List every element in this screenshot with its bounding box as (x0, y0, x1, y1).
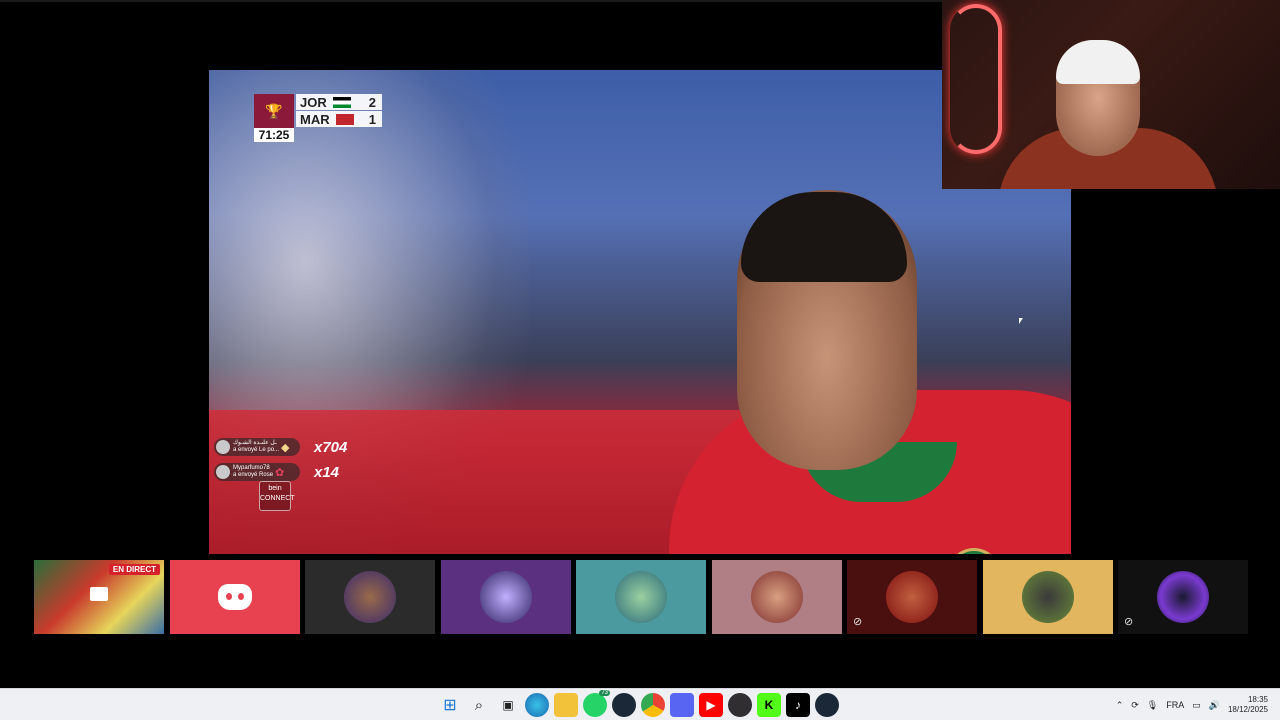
chrome-icon[interactable] (641, 693, 665, 717)
trophy-icon: 🏆 (254, 94, 294, 128)
webcam-overlay (942, 0, 1280, 189)
file-explorer-icon[interactable] (554, 693, 578, 717)
gift-notification: ـل علىـدة الشـوك a envoyé Le po... ◆ x704 (214, 438, 347, 456)
bein-logo: bein (268, 485, 282, 492)
avatar (1021, 571, 1074, 623)
participants-strip: EN DIRECT ⊘ ⊘ (34, 560, 1254, 634)
tiktok-icon[interactable]: ♪ (786, 693, 810, 717)
participant-tile[interactable] (576, 560, 706, 634)
team-name: MAR (300, 111, 330, 127)
system-tray: ⌃ ⟳ 🎙 FRA ▭ 🔊 18:35 18/12/2025 (1116, 695, 1268, 715)
participant-tile[interactable] (711, 560, 842, 634)
kick-icon[interactable]: K (757, 693, 781, 717)
avatar (1157, 571, 1209, 623)
streamer-cap (1056, 40, 1140, 84)
taskbar: ⊞ ⌕ ▣ 73 ▶ K ♪ ⌃ ⟳ 🎙 FRA ▭ 🔊 18:35 18/12… (0, 688, 1280, 720)
edge-icon[interactable] (525, 693, 549, 717)
participant-discord[interactable] (169, 560, 300, 634)
gift-count: x14 (314, 463, 340, 481)
avatar (750, 571, 803, 623)
team-score: 2 (368, 94, 376, 110)
participant-tile[interactable] (305, 560, 435, 634)
clock-date: 18/12/2025 (1227, 705, 1268, 714)
task-view-icon[interactable]: ▣ (496, 693, 520, 717)
search-icon[interactable]: ⌕ (467, 693, 491, 717)
gift-desc: a envoyé Rose (233, 472, 274, 478)
participant-tile[interactable]: ⊘ (847, 560, 977, 634)
steam-icon[interactable] (612, 693, 636, 717)
sync-icon[interactable]: ⟳ (1131, 700, 1139, 711)
stream-canvas: 🏆 JOR 2 MAR 1 71:25 ـل علىـدة الشـوك a en… (0, 0, 1280, 688)
participant-tile[interactable]: ⊘ (1118, 560, 1248, 634)
diamond-icon: ◆ (281, 441, 290, 454)
mic-muted-icon: ⊘ (853, 616, 863, 628)
flag-icon (335, 113, 354, 125)
team-row-1: JOR 2 (296, 94, 382, 110)
bein-sub: CONNECT (260, 495, 295, 502)
bein-watermark: bein CONNECT (259, 481, 295, 511)
team-score: 1 (368, 111, 376, 127)
whatsapp-icon[interactable]: 73 (583, 690, 610, 717)
gift-user: Myparfumo78 (233, 465, 270, 471)
discord-icon[interactable] (670, 693, 694, 717)
clock[interactable]: 18:35 18/12/2025 (1228, 695, 1268, 715)
player-hair (741, 192, 907, 282)
notification-badge: 73 (599, 690, 610, 696)
gift-desc: a envoyé Le po... (233, 447, 280, 453)
mic-muted-icon: ⊘ (1124, 616, 1134, 628)
gift-notification: Myparfumo78 a envoyé Rose ✿ x14 (214, 463, 339, 481)
windows-start-icon[interactable]: ⊞ (438, 693, 462, 717)
live-badge: EN DIRECT (108, 564, 160, 575)
avatar (344, 571, 396, 623)
gift-count: x704 (314, 438, 348, 456)
microphone-icon[interactable]: 🎙 (1147, 700, 1158, 711)
youtube-icon[interactable]: ▶ (699, 693, 723, 717)
volume-icon[interactable]: 🔊 (1209, 700, 1220, 711)
obs-icon[interactable] (728, 693, 752, 717)
avatar (216, 440, 230, 454)
flag-icon (332, 96, 351, 108)
scoreboard: 🏆 JOR 2 MAR 1 71:25 (254, 94, 382, 142)
avatar (886, 571, 938, 623)
avatar (216, 465, 230, 479)
chevron-up-icon[interactable]: ⌃ (1116, 700, 1124, 711)
avatar (479, 571, 532, 623)
steam-icon[interactable] (815, 693, 839, 717)
clock-time: 18:35 (1247, 695, 1268, 704)
mouse-cursor (1019, 318, 1023, 324)
team-row-2: MAR 1 (296, 111, 382, 127)
participant-screenshare[interactable]: EN DIRECT (34, 560, 164, 634)
rose-icon: ✿ (275, 466, 285, 479)
neon-light (950, 4, 1002, 154)
discord-icon (217, 584, 252, 610)
language-indicator[interactable]: FRA (1166, 700, 1184, 710)
match-clock: 71:25 (254, 128, 294, 142)
network-icon[interactable]: ▭ (1192, 700, 1201, 711)
participant-tile[interactable] (440, 560, 571, 634)
avatar (615, 571, 667, 623)
team-name: JOR (300, 94, 327, 110)
participant-tile[interactable] (982, 560, 1113, 634)
gift-user: ـل علىـدة الشـوك (233, 440, 277, 446)
screen-share-icon (90, 587, 108, 601)
